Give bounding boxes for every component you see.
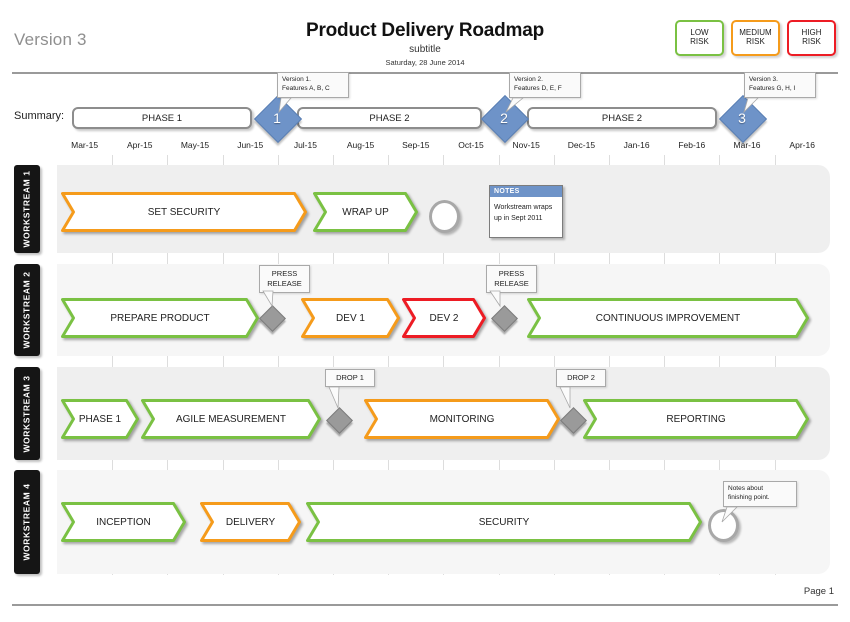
task-bar-label: DEV 2: [429, 312, 459, 324]
month-label: Jul-15: [293, 140, 317, 150]
task-bar[interactable]: AGILE MEASUREMENT: [141, 399, 321, 439]
summary-phase-bar: PHASE 1: [72, 107, 252, 129]
callout-bubble: PRESS RELEASE: [486, 265, 537, 294]
task-bar-label: AGILE MEASUREMENT: [175, 413, 287, 425]
task-bar-label: CONTINUOUS IMPROVEMENT: [595, 312, 741, 324]
task-bar[interactable]: DEV 1: [301, 298, 400, 338]
header-divider: [12, 72, 838, 74]
task-bar[interactable]: DEV 2: [402, 298, 486, 338]
task-bar-label: REPORTING: [666, 413, 726, 425]
month-label: Aug-15: [346, 140, 375, 150]
summary-phase-label: PHASE 2: [601, 112, 643, 124]
workstream-tab-label: WORKSTREAM 2: [22, 271, 32, 349]
risk-badge-medium-risk: MEDIUM RISK: [731, 20, 780, 56]
task-bar[interactable]: DELIVERY: [200, 502, 301, 542]
page-date: Saturday, 28 June 2014: [385, 58, 465, 67]
summary-phase-label: PHASE 1: [141, 112, 183, 124]
month-label: Jun-15: [237, 140, 264, 150]
month-label: Apr-16: [789, 140, 815, 150]
month-label: Apr-15: [127, 140, 153, 150]
callout-bubble: PRESS RELEASE: [259, 265, 310, 294]
month-label: Jan-16: [623, 140, 650, 150]
page-number: Page 1: [803, 586, 834, 597]
risk-key-legend: LOW RISK MEDIUM RISK HIGH RISK: [675, 20, 836, 56]
workstream-tab-4[interactable]: WORKSTREAM 4: [14, 470, 40, 574]
summary-phase-label: PHASE 2: [369, 112, 410, 124]
milestone-marker-circle[interactable]: [429, 200, 460, 233]
milestone-diamond-2[interactable]: [480, 94, 530, 144]
workstream-tab-2[interactable]: WORKSTREAM 2: [14, 264, 40, 356]
month-label: Mar-15: [71, 140, 99, 150]
month-label: Feb-16: [678, 140, 706, 150]
month-label: May-15: [180, 140, 210, 150]
risk-badge-line2: RISK: [802, 37, 821, 46]
month-label: Nov-15: [512, 140, 540, 150]
task-bar[interactable]: CONTINUOUS IMPROVEMENT: [527, 298, 809, 338]
task-bar[interactable]: PREPARE PRODUCT: [61, 298, 259, 338]
task-bar[interactable]: WRAP UP: [313, 192, 418, 232]
month-label: Sep-15: [402, 140, 430, 150]
task-bar[interactable]: INCEPTION: [61, 502, 186, 542]
callout-bubble: DROP 1: [325, 369, 375, 388]
task-bar[interactable]: MONITORING: [364, 399, 560, 439]
workstream-tab-label: WORKSTREAM 1: [22, 170, 32, 248]
footer-divider: [12, 604, 838, 606]
risk-badge-low-risk: LOW RISK: [675, 20, 724, 56]
workstream-tab-label: WORKSTREAM 4: [22, 483, 32, 561]
summary-label: Summary:: [14, 110, 65, 122]
risk-badge-line2: RISK: [690, 37, 709, 46]
workstream-tab-3[interactable]: WORKSTREAM 3: [14, 367, 40, 460]
task-bar-label: SET SECURITY: [147, 206, 221, 218]
task-bar-label: INCEPTION: [96, 516, 151, 528]
callout-bubble: Notes about finishing point.: [723, 481, 797, 507]
month-label: Dec-15: [567, 140, 596, 150]
callout-bubble: Version 3. Features G, H, I: [744, 72, 816, 98]
task-bar-label: PHASE 1: [78, 413, 122, 425]
task-bar[interactable]: PHASE 1: [61, 399, 139, 439]
notes-box: NOTES Workstream wraps up in Sept 2011: [489, 185, 563, 238]
callout-bubble: Version 2. Features D, E, F: [509, 72, 581, 98]
month-label: Oct-15: [458, 140, 484, 150]
callout-bubble: DROP 2: [556, 369, 606, 388]
task-bar[interactable]: SET SECURITY: [61, 192, 307, 232]
risk-badge-high-risk: HIGH RISK: [787, 20, 836, 56]
task-bar[interactable]: REPORTING: [583, 399, 809, 439]
callout-bubble: Version 1. Features A, B, C: [277, 72, 349, 98]
milestone-marker-circle[interactable]: [708, 509, 739, 542]
task-bar-label: DELIVERY: [225, 516, 276, 528]
task-bar-label: MONITORING: [429, 413, 495, 425]
task-bar-label: DEV 1: [336, 312, 365, 324]
risk-badge-line2: RISK: [746, 37, 765, 46]
notes-box-title: NOTES: [490, 186, 562, 197]
workstream-tab-1[interactable]: WORKSTREAM 1: [14, 165, 40, 253]
milestone-diamond-1[interactable]: [253, 94, 303, 144]
summary-phase-bar: PHASE 2: [527, 107, 717, 129]
task-bar-label: PREPARE PRODUCT: [110, 312, 210, 324]
task-bar[interactable]: SECURITY: [306, 502, 702, 542]
task-bar-label: WRAP UP: [342, 206, 389, 218]
summary-phase-bar: PHASE 2: [297, 107, 482, 129]
workstream-tab-label: WORKSTREAM 3: [22, 374, 32, 453]
notes-box-body: Workstream wraps up in Sept 2011: [494, 204, 553, 223]
roadmap-page: Version 3 Product Delivery Roadmap subti…: [0, 0, 850, 622]
milestone-diamond-3[interactable]: [718, 94, 768, 144]
task-bar-label: SECURITY: [478, 516, 530, 528]
month-label: Mar-16: [733, 140, 761, 150]
